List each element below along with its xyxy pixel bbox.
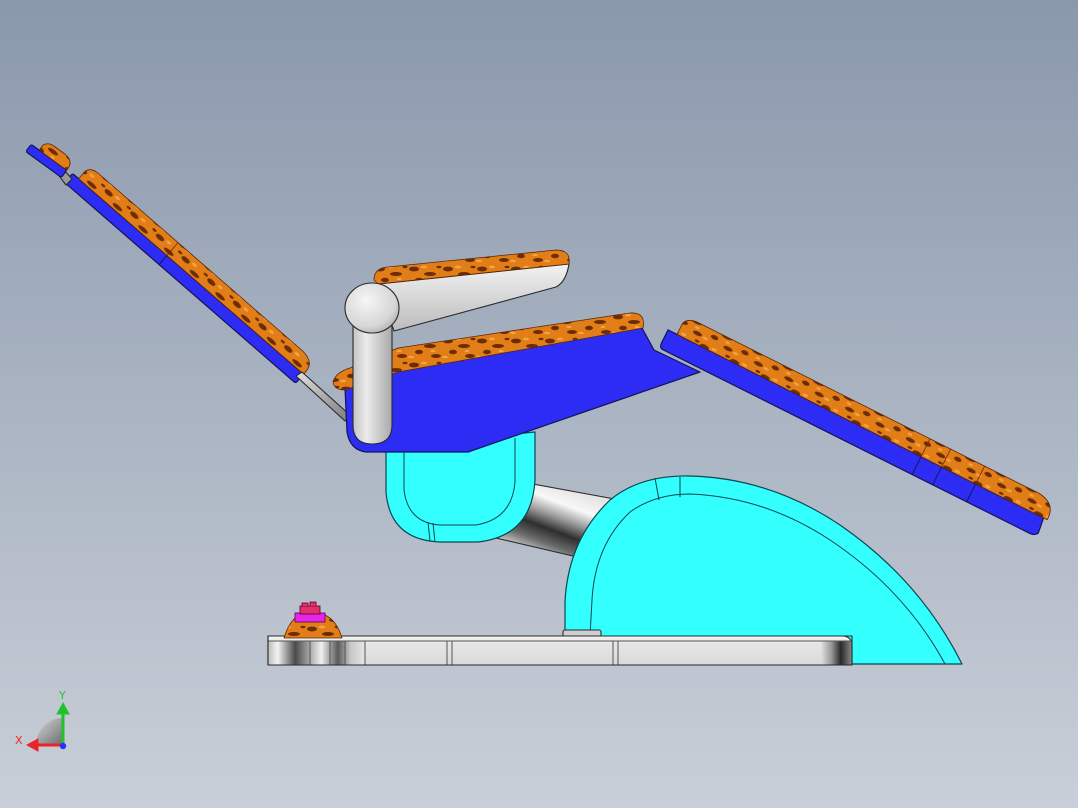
triad-y-label: Y (58, 689, 66, 702)
headrest[interactable] (26, 135, 74, 178)
foot-control-button[interactable] (299, 605, 321, 615)
triad-x-label: X (15, 734, 23, 747)
backrest-frame[interactable] (64, 173, 304, 384)
foot-control[interactable] (283, 601, 343, 639)
reference-triad-icon[interactable]: Y X (15, 689, 70, 752)
backrest-cushion[interactable] (78, 166, 315, 375)
graphics-viewport[interactable]: Y X (0, 0, 1078, 808)
armrest-pivot[interactable] (344, 282, 400, 334)
triad-origin-shade (36, 718, 63, 745)
base-plate[interactable] (267, 635, 853, 666)
base-plate-cap-left (268, 641, 365, 665)
triad-z-dot-icon[interactable] (59, 742, 67, 750)
backrest[interactable] (64, 161, 315, 384)
base-plate-cap-right (822, 641, 852, 665)
